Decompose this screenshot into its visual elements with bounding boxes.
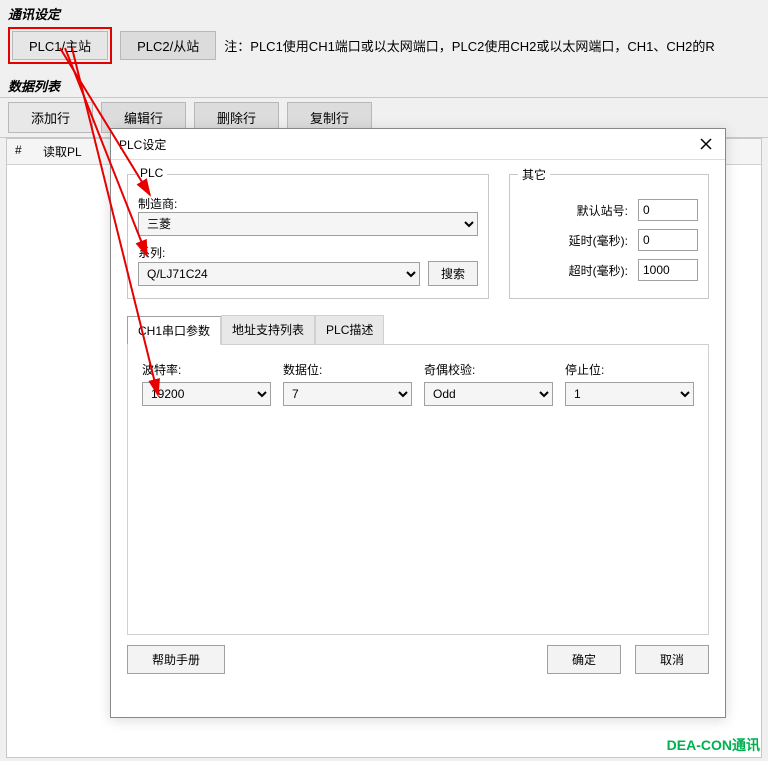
close-icon[interactable] bbox=[697, 135, 715, 153]
manufacturer-label: 制造商: bbox=[138, 195, 177, 212]
plc-note: 注：PLC1使用CH1端口或以太网端口，PLC2使用CH2或以太网端口，CH1、… bbox=[224, 36, 714, 55]
highlight-box: PLC1/主站 bbox=[8, 27, 112, 64]
plc-group: PLC 制造商: 三菱 系列: Q/LJ71C24 搜索 bbox=[127, 174, 489, 299]
parity-label: 奇偶校验: bbox=[424, 361, 553, 378]
plc1-tab[interactable]: PLC1/主站 bbox=[12, 31, 108, 60]
watermark: DEA-CON通讯 bbox=[667, 735, 760, 755]
dialog-title: PLC设定 bbox=[119, 136, 166, 153]
plc2-tab[interactable]: PLC2/从站 bbox=[120, 31, 216, 60]
tab-desc[interactable]: PLC描述 bbox=[315, 315, 384, 344]
other-group-title: 其它 bbox=[518, 166, 550, 183]
plc-tab-row: PLC1/主站 PLC2/从站 注：PLC1使用CH1端口或以太网端口，PLC2… bbox=[0, 25, 768, 72]
col-index: # bbox=[7, 139, 35, 164]
series-label: 系列: bbox=[138, 244, 165, 261]
tab-serial[interactable]: CH1串口参数 bbox=[127, 316, 221, 345]
series-select[interactable]: Q/LJ71C24 bbox=[138, 262, 420, 286]
plc-group-title: PLC bbox=[136, 166, 167, 180]
stopbits-select[interactable]: 1 bbox=[565, 382, 694, 406]
data-list-title: 数据列表 bbox=[0, 72, 768, 97]
baud-label: 波特率: bbox=[142, 361, 271, 378]
stopbits-label: 停止位: bbox=[565, 361, 694, 378]
databits-label: 数据位: bbox=[283, 361, 412, 378]
serial-panel: 波特率: 19200 数据位: 7 奇偶校验: Odd 停止位: 1 bbox=[127, 345, 709, 635]
cancel-button[interactable]: 取消 bbox=[635, 645, 709, 674]
help-button[interactable]: 帮助手册 bbox=[127, 645, 225, 674]
add-row-button[interactable]: 添加行 bbox=[8, 102, 93, 133]
baud-select[interactable]: 19200 bbox=[142, 382, 271, 406]
default-station-label: 默认站号: bbox=[577, 202, 628, 219]
parity-select[interactable]: Odd bbox=[424, 382, 553, 406]
ok-button[interactable]: 确定 bbox=[547, 645, 621, 674]
plc-settings-dialog: PLC设定 PLC 制造商: 三菱 系列: Q/LJ71C24 bbox=[110, 128, 726, 718]
timeout-input[interactable] bbox=[638, 259, 698, 281]
dialog-titlebar: PLC设定 bbox=[111, 129, 725, 160]
databits-select[interactable]: 7 bbox=[283, 382, 412, 406]
other-group: 其它 默认站号: 延时(毫秒): 超时(毫秒): bbox=[509, 174, 709, 299]
delay-input[interactable] bbox=[638, 229, 698, 251]
tab-address[interactable]: 地址支持列表 bbox=[221, 315, 315, 344]
inner-tabs: CH1串口参数 地址支持列表 PLC描述 bbox=[127, 315, 709, 345]
search-button[interactable]: 搜索 bbox=[428, 261, 478, 286]
manufacturer-select[interactable]: 三菱 bbox=[138, 212, 478, 236]
default-station-input[interactable] bbox=[638, 199, 698, 221]
col-read: 读取PL bbox=[35, 139, 90, 164]
comm-settings-title: 通讯设定 bbox=[0, 0, 768, 25]
dialog-footer: 帮助手册 确定 取消 bbox=[127, 635, 709, 674]
timeout-label: 超时(毫秒): bbox=[569, 262, 628, 279]
dialog-body: PLC 制造商: 三菱 系列: Q/LJ71C24 搜索 bbox=[111, 160, 725, 688]
delay-label: 延时(毫秒): bbox=[569, 232, 628, 249]
